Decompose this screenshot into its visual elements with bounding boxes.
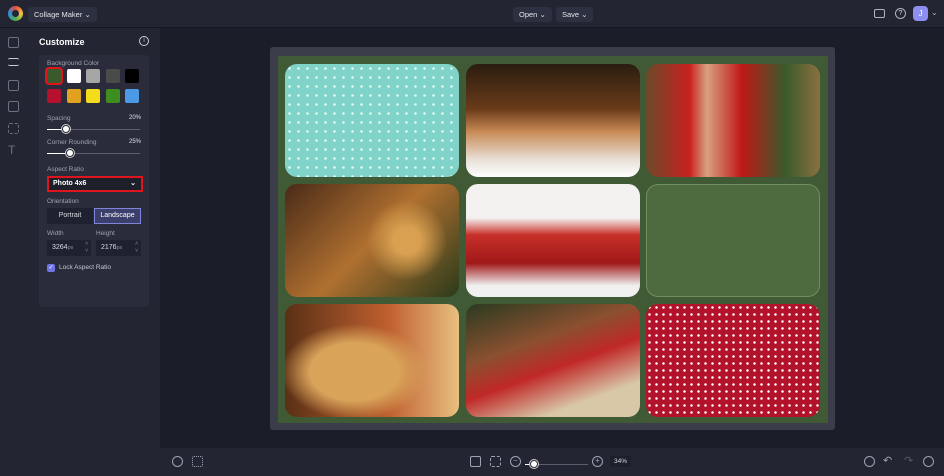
backgrounds-icon[interactable] [8,101,19,112]
height-stepper[interactable]: ˄ ˅ [135,241,138,255]
images-icon[interactable] [8,37,19,48]
height-unit: px [116,245,123,251]
elements-icon[interactable] [8,123,19,134]
collage-cell-family-in-red[interactable] [466,184,640,297]
zoom-in-icon[interactable]: + [592,456,603,467]
collage-cell-golden-retriever[interactable] [285,304,459,417]
app-logo[interactable] [8,6,23,21]
landscape-button[interactable]: Landscape [94,208,141,224]
width-unit: px [67,245,74,251]
collage-cell-red-dot-pattern[interactable] [646,304,820,417]
height-value: 2176 [101,244,117,251]
avatar[interactable]: J [913,6,928,21]
actual-size-icon[interactable] [490,456,501,467]
comment-icon[interactable] [874,9,885,18]
color-swatch[interactable] [86,89,100,103]
account-chevron-icon[interactable]: ⌄ [931,8,938,17]
lock-aspect-checkbox[interactable]: ✓ [47,264,55,272]
height-input[interactable]: 2176px ˄ ˅ [96,240,141,256]
info-icon[interactable]: i [139,36,149,46]
zoom-slider[interactable] [525,460,588,468]
color-swatch[interactable] [105,89,120,103]
bottom-bar: − + 34% ↶ ↷ [160,448,944,476]
lock-aspect-label: Lock Aspect Ratio [59,264,112,271]
color-swatch[interactable] [125,69,139,83]
collage-cell-gift-boxes[interactable] [466,304,640,417]
corner-rounding-value: 25% [128,139,141,145]
color-swatch[interactable] [47,89,61,103]
history-icon[interactable] [923,456,934,467]
zoom-out-icon[interactable]: − [510,456,521,467]
collage-maker-menu[interactable]: Collage Maker ⌄ [28,7,97,22]
grid-icon[interactable] [192,456,203,467]
aspect-ratio-label: Aspect Ratio [47,166,84,173]
open-label: Open [519,10,538,19]
color-swatch[interactable] [125,89,139,103]
text-icon[interactable]: T [8,144,19,156]
undo-icon[interactable]: ↶ [883,454,892,467]
width-input[interactable]: 3264px ˄ ˅ [47,240,91,256]
chevron-down-icon: ⌄ [130,180,136,187]
refresh-icon[interactable] [864,456,875,467]
width-stepper[interactable]: ˄ ˅ [85,241,88,255]
app-menu-label: Collage Maker [34,10,83,19]
width-value: 3264 [52,244,68,251]
layouts-icon[interactable] [8,80,19,91]
customize-panel: Customize i Background Color Spacing 20%… [28,28,160,476]
fit-screen-icon[interactable] [470,456,481,467]
help-icon[interactable]: ? [895,8,906,19]
tool-sidebar: T [0,28,28,476]
color-swatch[interactable] [47,69,61,83]
zoom-slider-handle[interactable] [530,460,538,468]
layers-icon[interactable] [172,456,183,467]
save-label: Save [562,10,580,19]
panel-title: Customize [39,37,85,47]
redo-icon[interactable]: ↷ [904,454,913,467]
customize-card: Background Color Spacing 20% Corner Roun… [39,55,149,307]
corner-rounding-label: Corner Rounding [47,139,97,146]
spacing-label: Spacing [47,115,71,122]
orientation-label: Orientation [47,198,79,205]
color-swatch[interactable] [105,69,120,83]
spacing-value: 20% [128,115,141,121]
collage-cell-ornament-dog[interactable] [285,184,459,297]
color-swatch[interactable] [66,69,81,83]
aspect-ratio-select[interactable]: Photo 4x6 ⌄ [47,176,143,192]
top-bar: Collage Maker ⌄ Open ⌄ Save ⌄ ? J ⌄ [0,0,944,28]
spacing-slider-handle[interactable] [61,125,70,133]
open-button[interactable]: Open ⌄ [513,7,552,22]
customize-icon[interactable] [8,58,19,66]
aspect-ratio-value: Photo 4x6 [53,180,87,187]
collage-cell-gingerbread-houses[interactable] [466,64,640,177]
corner-rounding-slider-handle[interactable] [66,149,75,157]
collage-cell-empty-green[interactable] [646,184,820,297]
collage-cell-mint-pattern[interactable] [285,64,459,177]
collage-cell-kids-in-santa-suits[interactable] [646,64,820,177]
width-label: Width [47,230,64,237]
save-button[interactable]: Save ⌄ [556,7,594,22]
background-color-label: Background Color [47,60,100,67]
portrait-button[interactable]: Portrait [47,208,93,224]
height-label: Height [96,230,115,237]
zoom-level[interactable]: 34% [610,456,632,467]
spacing-slider[interactable] [47,125,140,133]
corner-rounding-slider[interactable] [47,149,140,157]
color-swatch[interactable] [86,69,100,83]
color-swatch[interactable] [66,89,81,103]
